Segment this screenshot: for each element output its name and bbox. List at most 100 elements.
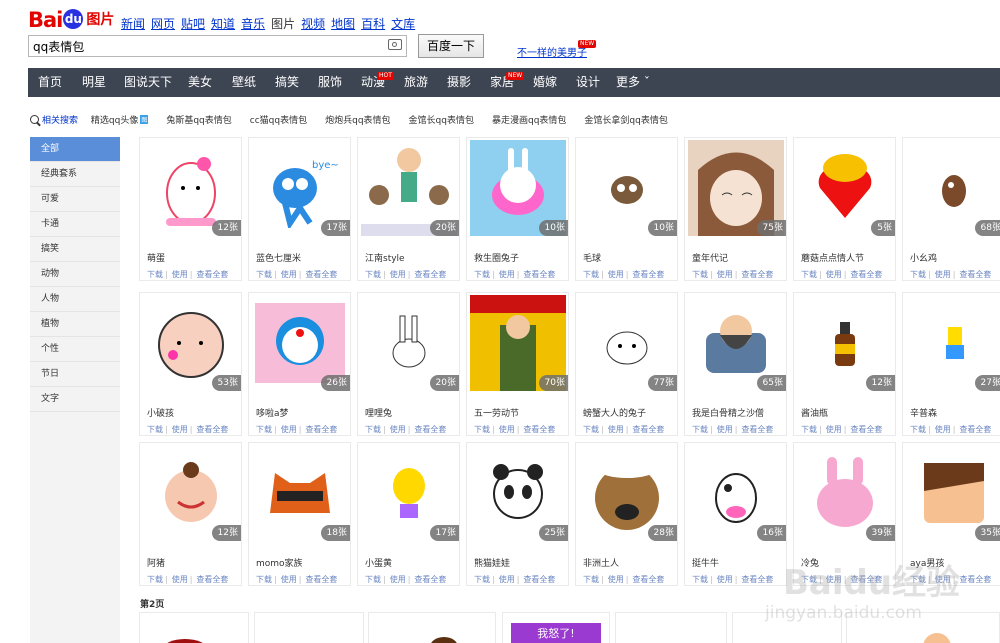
download-link[interactable]: 下载 [365,270,381,279]
sticker-set-title[interactable]: 五一劳动节 [474,406,519,419]
download-link[interactable]: 下载 [583,270,599,279]
use-link[interactable]: 使用 [717,425,733,434]
download-link[interactable]: 下载 [474,575,490,584]
category-8[interactable]: 旅游 [404,68,428,97]
use-link[interactable]: 使用 [717,270,733,279]
view-all-link[interactable]: 查看全套 [741,575,773,584]
use-link[interactable]: 使用 [281,270,297,279]
view-all-link[interactable]: 查看全套 [196,425,228,434]
download-link[interactable]: 下载 [910,425,926,434]
sticker-set-card[interactable]: 16张 挺牛牛 下载 | 使用 | 查看全套 [684,442,787,586]
category-5[interactable]: 搞笑 [275,68,299,97]
view-all-link[interactable]: 查看全套 [196,270,228,279]
category-6[interactable]: 服饰 [318,68,342,97]
view-all-link[interactable]: 查看全套 [632,425,664,434]
sticker-set-title[interactable]: 小蛋黄 [365,556,392,569]
use-link[interactable]: 使用 [390,575,406,584]
view-all-link[interactable]: 查看全套 [305,425,337,434]
sticker-set-card[interactable]: 12张 酱油瓶 下载 | 使用 | 查看全套 [793,292,896,436]
sticker-set-title[interactable]: 蓝色七厘米 [256,251,301,264]
download-link[interactable]: 下载 [365,425,381,434]
sidebar-item-2[interactable]: 可爱 [30,187,120,212]
category-4[interactable]: 壁纸 [232,68,256,97]
sticker-set-title[interactable]: 救生圈兔子 [474,251,519,264]
sticker-set-title[interactable]: 萌蛋 [147,251,165,264]
sidebar-item-9[interactable]: 节日 [30,362,120,387]
use-link[interactable]: 使用 [935,575,951,584]
sticker-set-title[interactable]: 蘑菇点点情人节 [801,251,864,264]
sticker-set-title[interactable]: 我是白骨精之沙僧 [692,406,764,419]
category-0[interactable]: 首页 [38,68,62,97]
sticker-set-title[interactable]: 辛普森 [910,406,937,419]
camera-icon[interactable] [388,39,402,50]
sticker-set-title[interactable]: 酱油瓶 [801,406,828,419]
baidu-logo[interactable]: Bai du 图片 [28,8,114,32]
sidebar-item-10[interactable]: 文字 [30,387,120,412]
search-input[interactable] [29,36,377,56]
view-all-link[interactable]: 查看全套 [850,575,882,584]
sticker-set-card[interactable]: 20张 江南style 下载 | 使用 | 查看全套 [357,137,460,281]
view-all-link[interactable]: 查看全套 [959,270,991,279]
page-2-card[interactable] [732,612,842,643]
page-2-card[interactable]: 我怒了! [502,612,610,643]
category-9[interactable]: 摄影 [447,68,471,97]
sticker-set-title[interactable]: aya男孩 [910,556,944,569]
view-all-link[interactable]: 查看全套 [632,270,664,279]
sticker-set-title[interactable]: 哩哩兔 [365,406,392,419]
download-link[interactable]: 下载 [910,270,926,279]
related-keyword[interactable]: 金馆长拿剑qq表情包 [584,116,667,126]
sticker-set-title[interactable]: 阿猪 [147,556,165,569]
sticker-set-title[interactable]: 毛球 [583,251,601,264]
use-link[interactable]: 使用 [499,425,515,434]
download-link[interactable]: 下载 [801,575,817,584]
download-link[interactable]: 下载 [801,425,817,434]
use-link[interactable]: 使用 [172,270,188,279]
use-link[interactable]: 使用 [390,425,406,434]
view-all-link[interactable]: 查看全套 [632,575,664,584]
sticker-set-card[interactable]: 18张 momo家族 下载 | 使用 | 查看全套 [248,442,351,586]
download-link[interactable]: 下载 [583,425,599,434]
sticker-set-card[interactable]: 39张 冷兔 下载 | 使用 | 查看全套 [793,442,896,586]
use-link[interactable]: 使用 [717,575,733,584]
sticker-set-card[interactable]: 77张 螃蟹大人的兔子 下载 | 使用 | 查看全套 [575,292,678,436]
use-link[interactable]: 使用 [826,575,842,584]
sticker-set-card[interactable]: 12张 萌蛋 下载 | 使用 | 查看全套 [139,137,242,281]
download-link[interactable]: 下载 [692,575,708,584]
sidebar-item-8[interactable]: 个性 [30,337,120,362]
promo-link[interactable]: 不一样的美男子 [517,44,587,59]
top-nav-9[interactable]: 文库 [391,17,415,31]
sticker-set-title[interactable]: 熊猫娃娃 [474,556,510,569]
page-2-card[interactable] [368,612,496,643]
download-link[interactable]: 下载 [474,425,490,434]
sticker-set-title[interactable]: 冷兔 [801,556,819,569]
sticker-set-card[interactable]: 5张 蘑菇点点情人节 下载 | 使用 | 查看全套 [793,137,896,281]
related-keyword[interactable]: 精选qq头像 [91,116,138,126]
sticker-set-card[interactable]: 20张 哩哩兔 下载 | 使用 | 查看全套 [357,292,460,436]
use-link[interactable]: 使用 [172,575,188,584]
sticker-set-title[interactable]: 小幺鸡 [910,251,937,264]
sticker-set-title[interactable]: 螃蟹大人的兔子 [583,406,646,419]
sticker-set-card[interactable]: 12张 阿猪 下载 | 使用 | 查看全套 [139,442,242,586]
related-keyword[interactable]: 金馆长qq表情包 [409,116,474,126]
sticker-set-card[interactable]: 65张 我是白骨精之沙僧 下载 | 使用 | 查看全套 [684,292,787,436]
download-link[interactable]: 下载 [256,270,272,279]
view-all-link[interactable]: 查看全套 [741,425,773,434]
view-all-link[interactable]: 查看全套 [741,270,773,279]
page-2-card[interactable] [254,612,364,643]
sidebar-item-3[interactable]: 卡通 [30,212,120,237]
view-all-link[interactable]: 查看全套 [850,425,882,434]
category-3[interactable]: 美女 [188,68,212,97]
category-11[interactable]: 婚嫁 [533,68,557,97]
download-link[interactable]: 下载 [147,270,163,279]
sticker-set-card[interactable]: 10张 救生圈兔子 下载 | 使用 | 查看全套 [466,137,569,281]
use-link[interactable]: 使用 [172,425,188,434]
search-button[interactable]: 百度一下 [418,34,484,58]
sticker-set-card[interactable]: 35张 aya男孩 下载 | 使用 | 查看全套 [902,442,1000,586]
download-link[interactable]: 下载 [256,575,272,584]
use-link[interactable]: 使用 [390,270,406,279]
related-keyword[interactable]: cc猫qq表情包 [250,116,307,126]
use-link[interactable]: 使用 [281,575,297,584]
use-link[interactable]: 使用 [608,575,624,584]
top-nav-0[interactable]: 新闻 [121,17,145,31]
related-keyword[interactable]: 暴走漫画qq表情包 [492,116,566,126]
